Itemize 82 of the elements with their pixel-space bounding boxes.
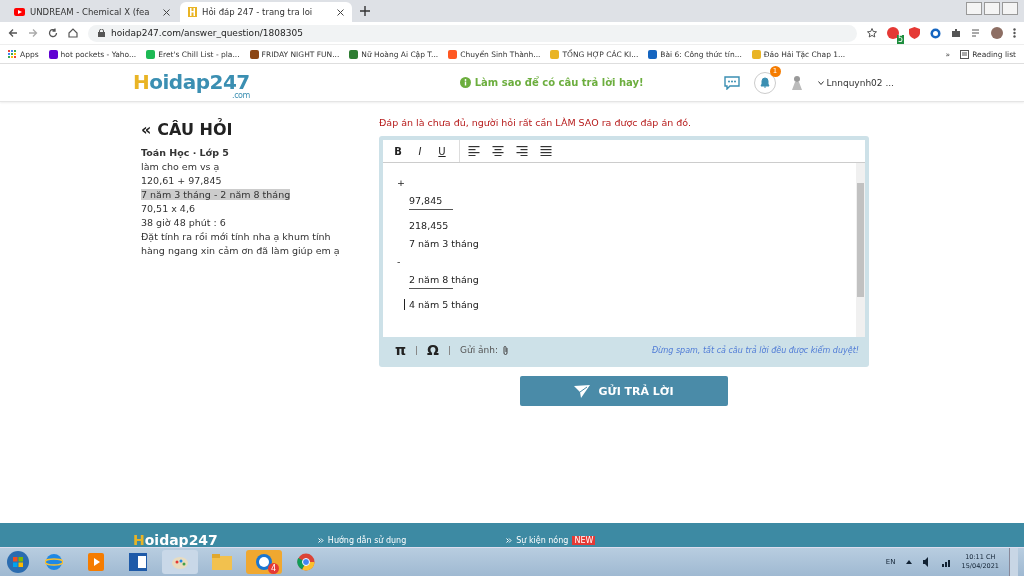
favicon-icon [550, 49, 560, 59]
favicon-icon [751, 49, 761, 59]
align-center-icon[interactable] [492, 146, 504, 156]
chevron-down-icon[interactable] [817, 80, 824, 85]
send-icon [574, 384, 591, 398]
address-field[interactable]: hoidap247.com/answer_question/1808305 [88, 24, 857, 42]
question-line: làm cho em vs ạ [141, 161, 220, 172]
browser-icon[interactable] [297, 553, 315, 571]
section-heading: CÂU HỎI [157, 118, 233, 141]
site-logo[interactable]: Hoidap247 .com [133, 65, 250, 100]
h-letter-icon [188, 7, 197, 17]
warning-text: Đáp án là chưa đủ, người hỏi rất cần LÀM SAO ra được đáp án đó. [379, 117, 692, 128]
home-icon[interactable] [68, 28, 78, 38]
favicon-icon [249, 49, 259, 59]
reload-icon[interactable] [48, 28, 58, 38]
footer-link[interactable]: Hướng dẫn sử dụng [327, 536, 407, 545]
format-button[interactable]: U [433, 145, 451, 157]
new-tab-icon[interactable] [360, 6, 370, 16]
attach-label: Gửi ảnh: [460, 345, 498, 355]
answer-line: 97,845 [409, 194, 443, 206]
chevron-right-icon [506, 538, 513, 543]
back-icon[interactable] [8, 28, 18, 38]
align-left-icon[interactable] [468, 146, 480, 156]
browser-tab[interactable]: UNDREAM - Chemical X (fea [6, 2, 178, 22]
special-char-button[interactable]: Ω [427, 342, 439, 358]
new-badge: NEW [572, 536, 596, 545]
logo-domain: .com [232, 91, 250, 100]
notification-badge: 4 [268, 563, 279, 574]
favicon-icon [349, 49, 359, 59]
menu-icon[interactable] [1013, 28, 1016, 38]
document-icon[interactable] [129, 553, 147, 571]
answer-line: + [397, 176, 405, 188]
math-symbol-button[interactable]: π [395, 342, 407, 358]
chat-app-icon[interactable] [255, 553, 273, 571]
favicon-icon [448, 49, 458, 59]
chat-icon[interactable] [723, 75, 740, 90]
moderation-notice: Đừng spam, tất cả câu trả lời đều được kiểm duyệt! [651, 345, 859, 355]
apps-grid-icon [8, 49, 17, 59]
paperclip-icon[interactable] [502, 344, 509, 356]
question-line: 70,51 x 4,6 [141, 203, 195, 214]
start-button[interactable] [6, 550, 30, 574]
question-line: 38 giờ 48 phút : 6 [141, 217, 226, 228]
tray-arrow-icon[interactable] [905, 560, 912, 564]
answer-line: 218,455 [409, 219, 449, 231]
subject-label: Toán Học · Lớp 5 [141, 146, 230, 160]
bell-icon[interactable] [759, 77, 770, 88]
submit-button[interactable]: GỬI TRẢ LỜI [520, 376, 728, 406]
answer-line: - [397, 255, 401, 267]
signal-icon[interactable] [941, 557, 952, 567]
question-line: Đặt tính ra rồi mới tính nha ạ khum tính hàng ngang xin cảm ơn đã làm giúp em ạ [141, 231, 340, 256]
back-icon[interactable]: « [141, 118, 152, 142]
avatar-icon[interactable] [991, 27, 1003, 39]
favicon-icon [48, 49, 58, 59]
show-desktop-button[interactable] [1009, 548, 1018, 576]
user-menu[interactable]: Lnnquynh02 ... [826, 77, 894, 88]
footer-link[interactable]: Sự kiện nóng [516, 536, 569, 545]
footer-logo[interactable]: Hoidap247 [133, 533, 218, 547]
user-avatar-icon[interactable] [789, 74, 804, 91]
answer-line: 4 năm 5 tháng [404, 298, 479, 310]
scrollbar-thumb[interactable] [857, 183, 864, 297]
align-justify-icon[interactable] [540, 146, 552, 156]
lock-icon [98, 29, 105, 37]
info-icon [459, 77, 471, 88]
video-icon [14, 8, 25, 16]
shield-icon[interactable] [909, 27, 920, 39]
favicon-icon [648, 49, 658, 59]
question-line: 120,61 + 97,845 [141, 175, 222, 186]
star-icon[interactable] [867, 28, 877, 38]
answer-line: 7 năm 3 tháng [409, 237, 479, 249]
align-right-icon[interactable] [516, 146, 528, 156]
answer-editor[interactable]: B I U + 97,845 218,455 7 năm 3 tháng - 2 năm 8 tháng 4 năm 5 tháng π Ω Gửi ảnh: Đừng spam, tất cả câu trả lời đều được kiểm duyệt! [379, 136, 869, 367]
favicon-icon [146, 49, 156, 59]
extension-badge: 5 [896, 35, 904, 44]
browser-tab[interactable]: Hỏi đáp 247 - trang tra loi [180, 2, 352, 22]
reading-list-icon [960, 49, 970, 59]
media-player-icon[interactable] [88, 553, 104, 571]
extension-icon[interactable] [930, 27, 941, 39]
answer-line: 2 năm 8 tháng [409, 273, 479, 285]
format-button[interactable]: I [411, 145, 429, 157]
chevron-right-icon [317, 538, 324, 543]
format-button[interactable]: B [389, 145, 407, 157]
extension-icon[interactable] [887, 27, 899, 39]
